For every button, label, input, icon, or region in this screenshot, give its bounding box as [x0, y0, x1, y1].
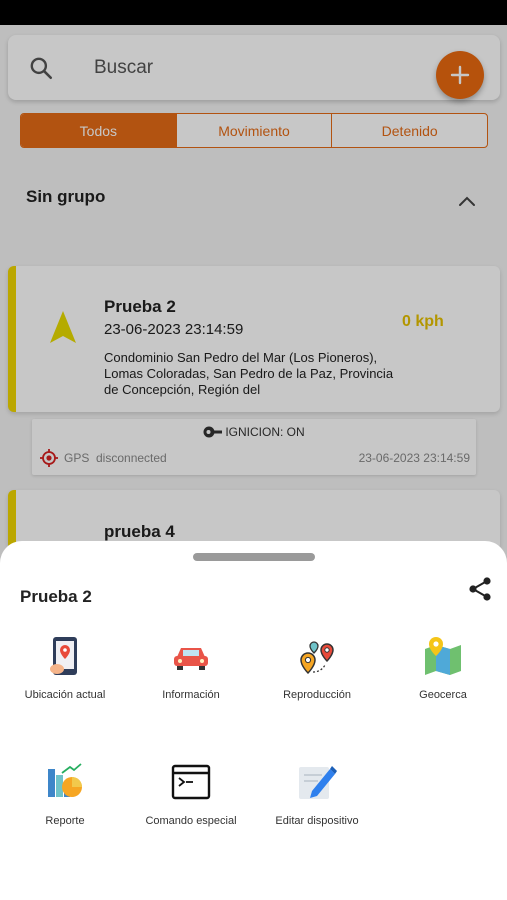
action-label: Información: [162, 689, 220, 701]
action-label: Editar dispositivo: [275, 815, 359, 827]
report-chart-icon: [48, 763, 82, 797]
action-reproduccion[interactable]: Reproducción: [254, 635, 380, 701]
action-editar-dispositivo[interactable]: Editar dispositivo: [254, 761, 380, 827]
action-comando-especial[interactable]: Comando especial: [128, 761, 254, 827]
action-ubicacion-actual[interactable]: Ubicación actual: [2, 635, 128, 701]
action-label: Reporte: [45, 815, 85, 827]
edit-device-icon: [299, 766, 337, 799]
action-label: Geocerca: [419, 689, 467, 701]
share-icon[interactable]: [466, 575, 494, 603]
sheet-drag-handle[interactable]: [193, 553, 315, 561]
terminal-command-icon: [171, 764, 211, 800]
action-label: Reproducción: [283, 689, 351, 701]
vehicle-actions-sheet: Prueba 2 Ubicación actual Información Re…: [0, 541, 507, 900]
current-location-icon: [50, 637, 77, 675]
playback-route-icon: [300, 641, 334, 675]
action-reporte[interactable]: Reporte: [2, 761, 128, 827]
car-info-icon: [174, 648, 208, 670]
action-informacion[interactable]: Información: [128, 635, 254, 701]
sheet-title: Prueba 2: [20, 587, 92, 606]
action-geocerca[interactable]: Geocerca: [380, 635, 506, 701]
geofence-map-icon: [425, 637, 461, 675]
action-label: Comando especial: [145, 815, 237, 827]
status-bar: [0, 0, 507, 25]
action-label: Ubicación actual: [24, 689, 106, 701]
